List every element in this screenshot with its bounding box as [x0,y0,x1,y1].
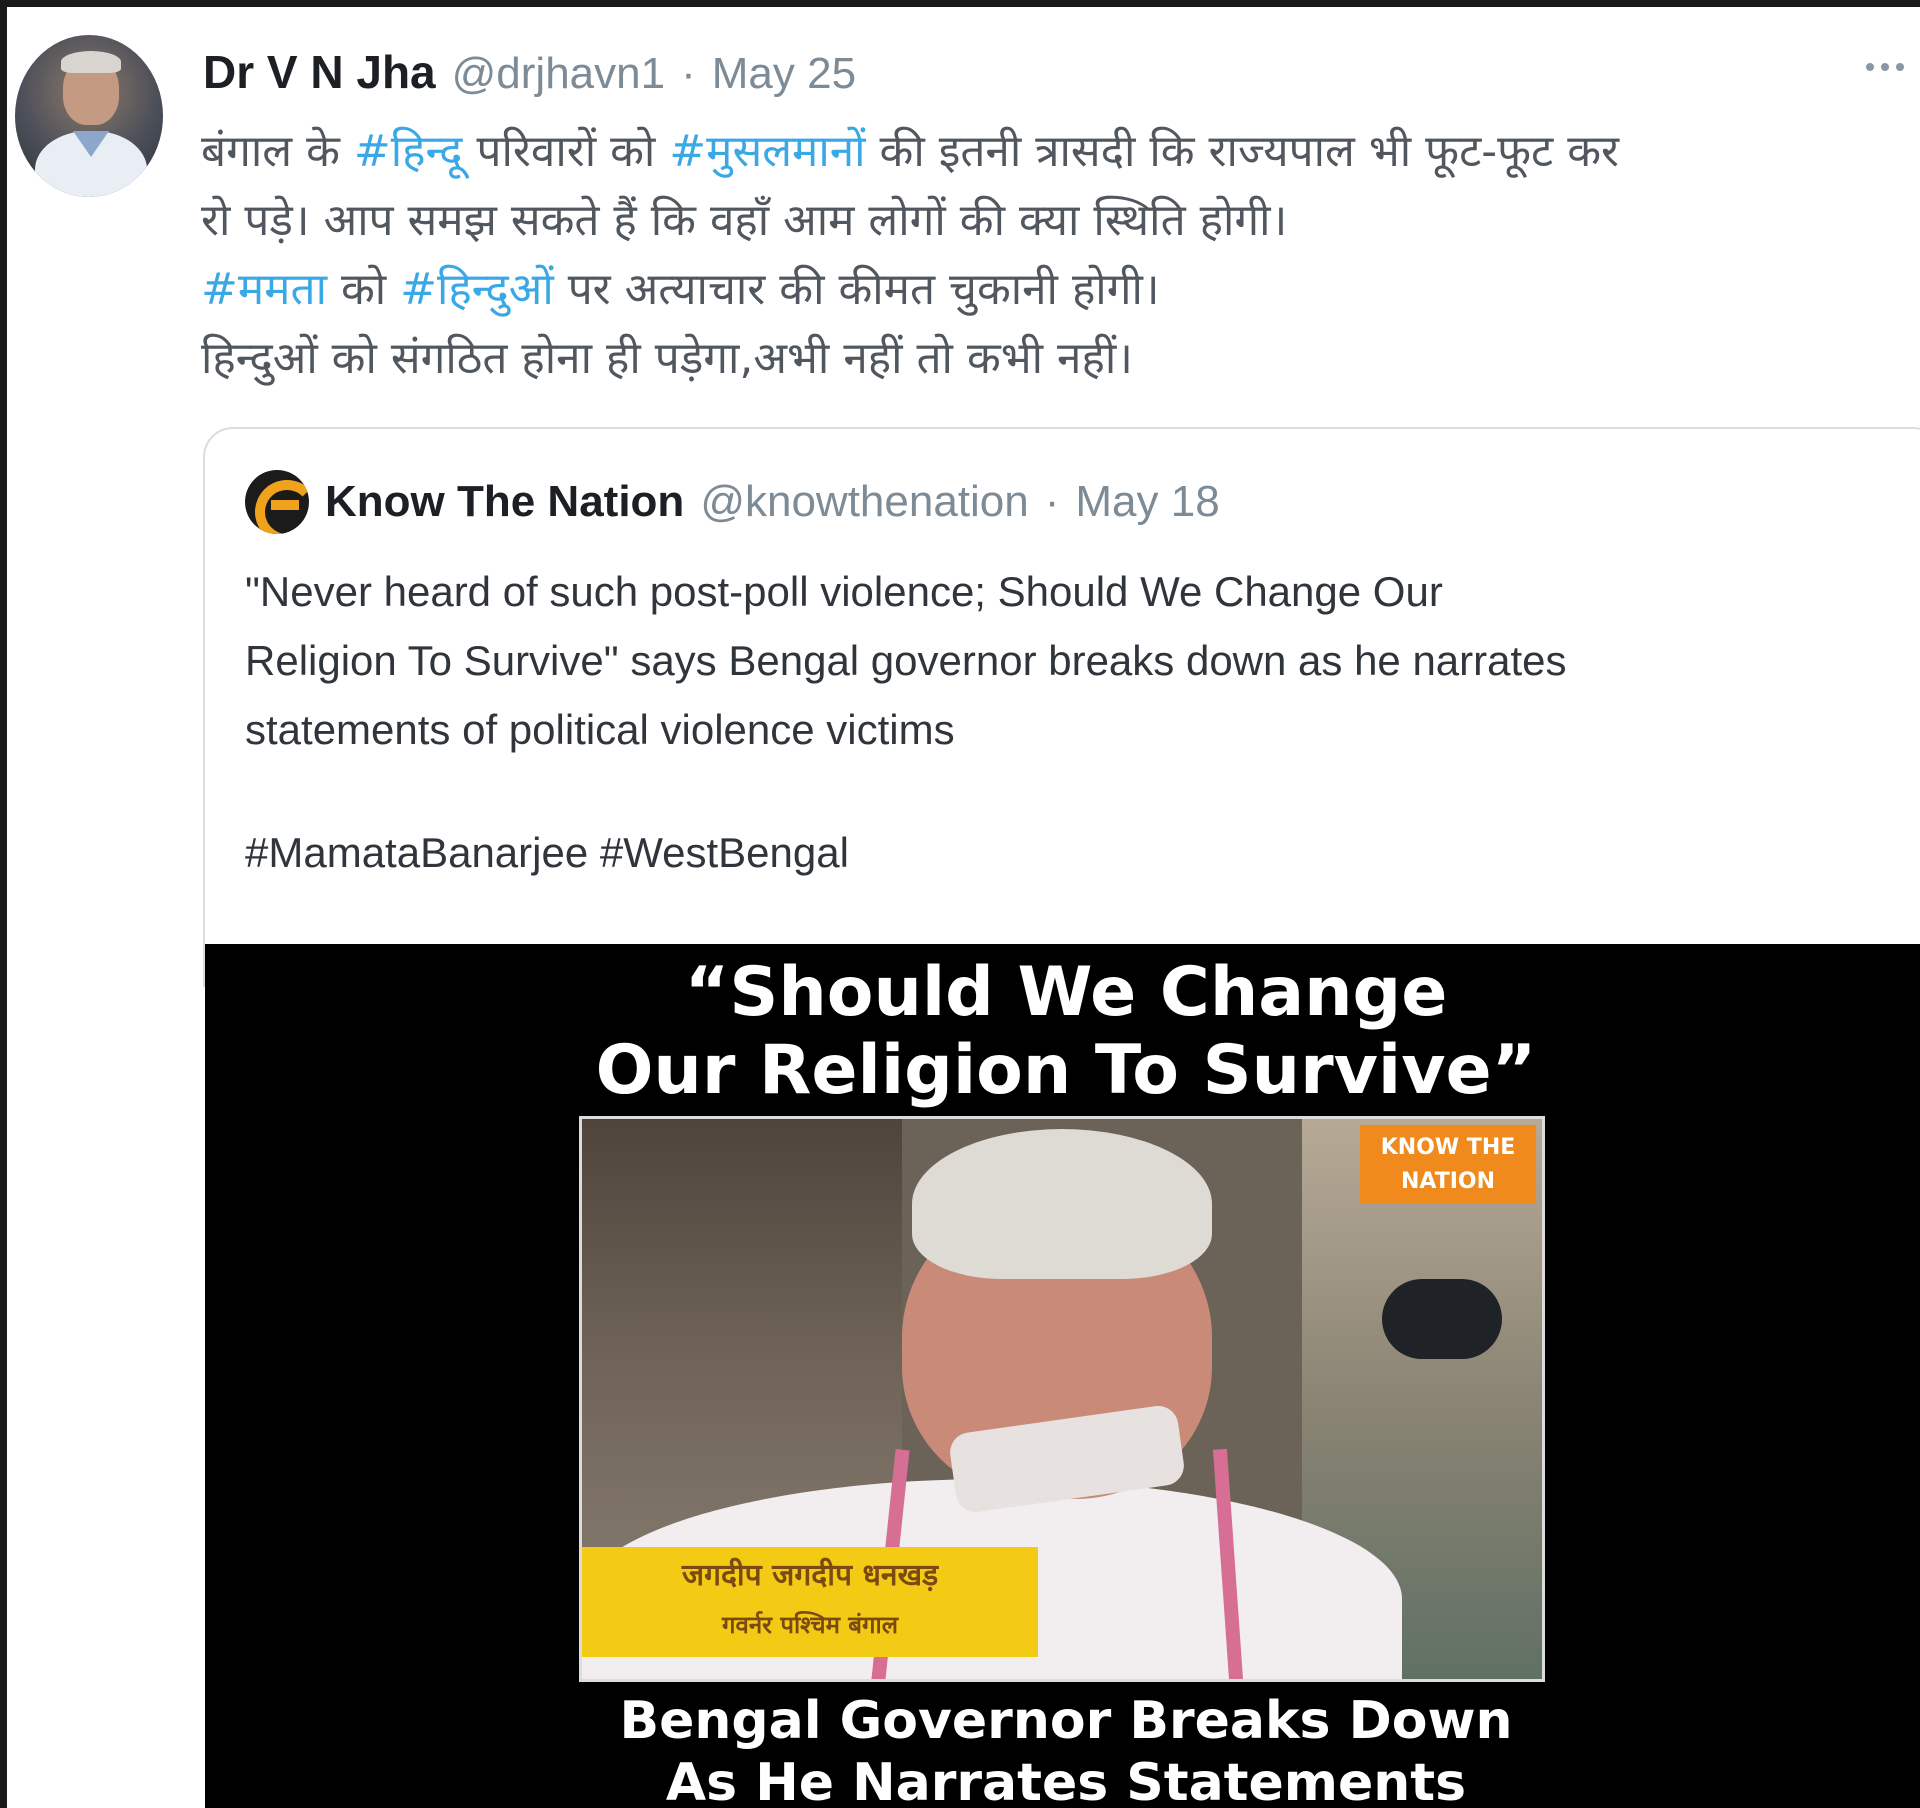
badge-line: KNOW THE [1380,1135,1516,1160]
channel-watermark-badge: KNOW THE NATION [1360,1125,1536,1203]
tweet-line-2: रो पड़े। आप समझ सकते हैं कि वहाँ आम लोगो… [201,195,1288,246]
tweet-text-segment: परिवारों को [462,126,670,177]
tweet-text-segment: पर अत्याचार की कीमत चुकानी होगी। [553,264,1160,315]
author-handle[interactable]: @drjhavn1 [452,49,665,99]
tweet-screenshot: Dr V N Jha @drjhavn1 · May 25 बंगाल के #… [0,0,1920,1808]
media-headline-line: “Should We Change [684,953,1448,1032]
media-subline-line: Bengal Governor Breaks Down [619,1691,1513,1751]
quoted-header-separator: · [1044,477,1060,526]
quoted-tweet-text: "Never heard of such post-poll violence;… [245,557,1920,764]
header-separator: · [681,49,696,98]
tweet-text: बंगाल के #हिन्दू परिवारों को #मुसलमानों … [201,117,1920,393]
person-hair [912,1129,1212,1279]
more-dot [1866,63,1874,71]
quoted-tweet-date[interactable]: May 18 [1075,477,1219,527]
video-thumbnail[interactable]: “Should We Change Our Religion To Surviv… [205,944,1920,1808]
hashtag-link[interactable]: #हिन्दू [354,126,463,177]
tweet-date[interactable]: May 25 [712,49,856,99]
tweet-line-4: हिन्दुओं को संगठित होना ही पड़ेगा,अभी नह… [201,333,1133,384]
quoted-tweet-card[interactable]: Know The Nation @knowthenation · May 18 … [203,427,1920,987]
caption-title: गवर्नर पश्चिम बंगाल [721,1611,899,1639]
author-avatar[interactable] [15,35,163,197]
more-horizontal-icon[interactable] [1866,63,1904,71]
video-still: KNOW THE NATION जगदीप जगदीप धनखड़ गवर्नर… [579,1116,1545,1682]
quoted-tweet-header: Know The Nation @knowthenation · May 18 [245,469,1220,535]
quoted-text-line: Religion To Survive" says Bengal governo… [245,637,1567,684]
tweet-text-segment: बंगाल के [201,126,354,177]
more-dot [1896,63,1904,71]
more-dot [1881,63,1889,71]
tweet-header: Dr V N Jha @drjhavn1 · May 25 [203,45,856,105]
quoted-author-name[interactable]: Know The Nation [325,477,684,527]
hashtag-link[interactable]: #ममता [201,264,327,315]
media-subline: Bengal Governor Breaks Down As He Narrat… [205,1690,1920,1808]
quoted-text-line: statements of political violence victims [245,706,955,753]
badge-line: NATION [1400,1169,1496,1194]
hashtag-link[interactable]: #हिन्दुओं [400,264,554,315]
tweet-line-3: #ममता को #हिन्दुओं पर अत्याचार की कीमत च… [201,255,1920,324]
quoted-author-handle[interactable]: @knowthenation [700,477,1028,527]
author-name[interactable]: Dr V N Jha [203,45,436,99]
know-the-nation-logo-icon[interactable] [245,470,309,534]
tweet-text-segment: को [326,264,401,315]
tweet-line-1: बंगाल के #हिन्दू परिवारों को #मुसलमानों … [201,117,1920,186]
caption-name: जगदीप जगदीप धनखड़ [681,1558,939,1593]
media-headline-line: Our Religion To Survive” [595,1031,1537,1110]
camera-icon [1382,1279,1502,1359]
media-headline: “Should We Change Our Religion To Surviv… [205,954,1920,1110]
media-subline-line: As He Narrates Statements [665,1753,1467,1808]
avatar-hair [61,51,121,73]
hashtag-link[interactable]: #मुसलमानों [669,126,865,177]
tweet-text-segment: की इतनी त्रासदी कि राज्यपाल भी फूट-फूट क… [865,126,1620,177]
quoted-hashtags[interactable]: #MamataBanarjee #WestBengal [245,829,849,877]
quoted-text-line: "Never heard of such post-poll violence;… [245,568,1443,615]
lower-third-caption: जगदीप जगदीप धनखड़ गवर्नर पश्चिम बंगाल [582,1547,1038,1657]
